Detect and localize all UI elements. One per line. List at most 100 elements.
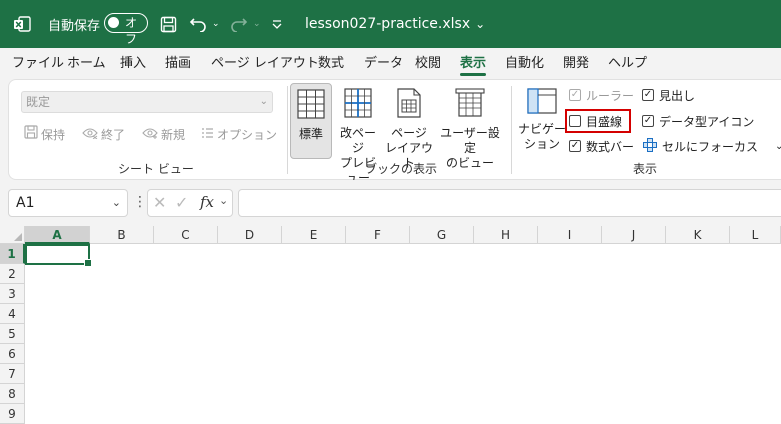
ruler-checkbox[interactable]: ✓ ルーラー [569,86,634,104]
focus-cell-button[interactable]: セルにフォーカス ⌄ [643,137,781,155]
tab-review[interactable]: 校閲 [415,48,441,79]
headings-label: 見出し [659,88,696,103]
row-header-4[interactable]: 4 [0,304,25,324]
eye-new-icon [142,125,158,145]
row-header-5[interactable]: 5 [0,324,25,344]
worksheet-grid[interactable]: A B C D E F G H I J K L 1 2 3 4 5 6 7 8 … [0,226,781,424]
column-header-h[interactable]: H [474,226,538,244]
redo-icon[interactable] [230,0,248,48]
tab-file[interactable]: ファイル [12,48,64,79]
list-options-icon [201,125,214,145]
tab-view[interactable]: 表示 [460,48,487,79]
undo-dropdown-icon[interactable]: ⌄ [212,0,220,48]
row-header-6[interactable]: 6 [0,344,25,364]
tab-data[interactable]: データ [364,48,403,79]
save-icon [24,125,38,145]
autosave-state: オフ [125,16,138,46]
ruler-checkbox-box: ✓ [569,89,581,101]
sheet-view-keep-button[interactable]: 保持 [24,125,65,145]
sheet-view-options-button[interactable]: オプション [201,125,277,145]
column-header-a[interactable]: A [25,226,90,244]
formula-bar-checkbox-box: ✓ [569,140,581,152]
group-label-sheet-view: シート ビュー [118,162,194,176]
column-header-k[interactable]: K [666,226,730,244]
undo-icon[interactable] [189,0,207,48]
custom-views-label-line1: ユーザー設定 [440,126,500,155]
column-header-g[interactable]: G [410,226,474,244]
row-header-8[interactable]: 8 [0,384,25,404]
row-header-9[interactable]: 9 [0,404,25,424]
group-label-workbook-views: ブックの表示 [365,162,438,176]
sheet-view-select-value: 既定 [26,95,51,109]
redo-dropdown-icon[interactable]: ⌄ [253,0,261,48]
data-type-icons-label: データ型アイコン [659,114,755,129]
column-header-j[interactable]: J [602,226,666,244]
column-header-i[interactable]: I [538,226,602,244]
more-options-icon[interactable]: ⋮ [133,194,147,210]
chevron-down-icon[interactable]: ⌄ [219,194,228,207]
enter-check-icon[interactable]: ✓ [175,193,188,212]
eye-exit-icon [82,125,98,145]
column-header-e[interactable]: E [282,226,346,244]
data-type-icons-checkbox[interactable]: ✓ データ型アイコン [642,112,754,130]
page-break-preview-label-line1: 改ページ [339,126,376,155]
custom-views-icon [437,88,503,122]
chevron-down-icon: ⌄ [775,140,781,152]
tab-home[interactable]: ホーム [67,48,106,79]
custom-views-button[interactable]: ユーザー設定 のビュー [437,83,503,170]
formula-input[interactable] [238,189,781,217]
tab-help[interactable]: ヘルプ [608,48,647,79]
tab-automate[interactable]: 自動化 [505,48,544,79]
tab-insert[interactable]: 挿入 [120,48,146,79]
row-header-1[interactable]: 1 [0,244,25,264]
page-break-preview-icon [335,88,381,122]
gridlines-highlight-annotation [565,109,631,133]
sheet-view-exit-label: 終了 [101,128,126,142]
autosave-label: 自動保存 [48,18,101,34]
sheet-view-keep-label: 保持 [41,128,66,142]
formula-bar-label: 数式バー [586,139,635,154]
ribbon-tabs: ファイル ホーム 挿入 描画 ページ レイアウト 数式 データ 校閲 表示 自動… [0,48,781,79]
tab-page-layout[interactable]: ページ レイアウト [211,48,319,79]
data-type-icons-checkbox-box: ✓ [642,115,654,127]
name-box[interactable]: A1 ⌄ [8,189,128,217]
filename-text: lesson027-practice.xlsx [305,16,471,32]
page-break-preview-button[interactable]: 改ページ プレビュー [335,83,381,185]
row-header-7[interactable]: 7 [0,364,25,384]
document-title[interactable]: lesson027-practice.xlsx ⌄ [305,0,485,48]
column-header-b[interactable]: B [90,226,154,244]
page-layout-view-button[interactable]: ページ レイアウト [385,83,433,170]
column-header-f[interactable]: F [346,226,410,244]
insert-function-icon[interactable]: fx [200,193,214,211]
navigation-button[interactable]: ナビゲー ション [518,83,566,159]
sheet-view-new-label: 新規 [161,128,186,142]
group-separator [511,86,512,174]
sheet-view-exit-button[interactable]: 終了 [82,125,125,145]
page-layout-label-line1: ページ [391,126,427,140]
navigation-label-line2: ション [523,137,560,151]
customize-qat-icon[interactable] [272,0,282,48]
focus-cell-label: セルにフォーカス [662,139,759,154]
formula-tools: ✕ ✓ fx ⌄ [147,189,233,217]
title-bar: 自動保存 オフ ⌄ ⌄ lesson027-practice.xlsx ⌄ [0,0,781,48]
sheet-view-select[interactable]: 既定 ⌄ [21,91,273,113]
tab-developer[interactable]: 開発 [563,48,589,79]
normal-view-button[interactable]: 標準 [290,83,332,159]
cancel-icon[interactable]: ✕ [153,193,166,212]
autosave-toggle[interactable]: オフ [104,13,148,46]
headings-checkbox[interactable]: ✓ 見出し [642,86,695,104]
tab-formulas[interactable]: 数式 [318,48,344,79]
tab-draw[interactable]: 描画 [165,48,191,79]
ribbon-panel: 既定 ⌄ 保持 終了 新規 オプション シート ビュー 標準 改ページ プレビュ… [8,79,781,185]
formula-bar-checkbox[interactable]: ✓ 数式バー [569,137,634,155]
group-label-show: 表示 [633,162,658,176]
column-header-l[interactable]: L [730,226,781,244]
row-header-2[interactable]: 2 [0,264,25,284]
column-header-d[interactable]: D [218,226,282,244]
select-all-button[interactable] [0,226,25,244]
row-header-3[interactable]: 3 [0,284,25,304]
sheet-view-new-button[interactable]: 新規 [142,125,185,145]
save-icon[interactable] [160,0,177,48]
column-header-c[interactable]: C [154,226,218,244]
active-cell[interactable] [25,244,92,267]
